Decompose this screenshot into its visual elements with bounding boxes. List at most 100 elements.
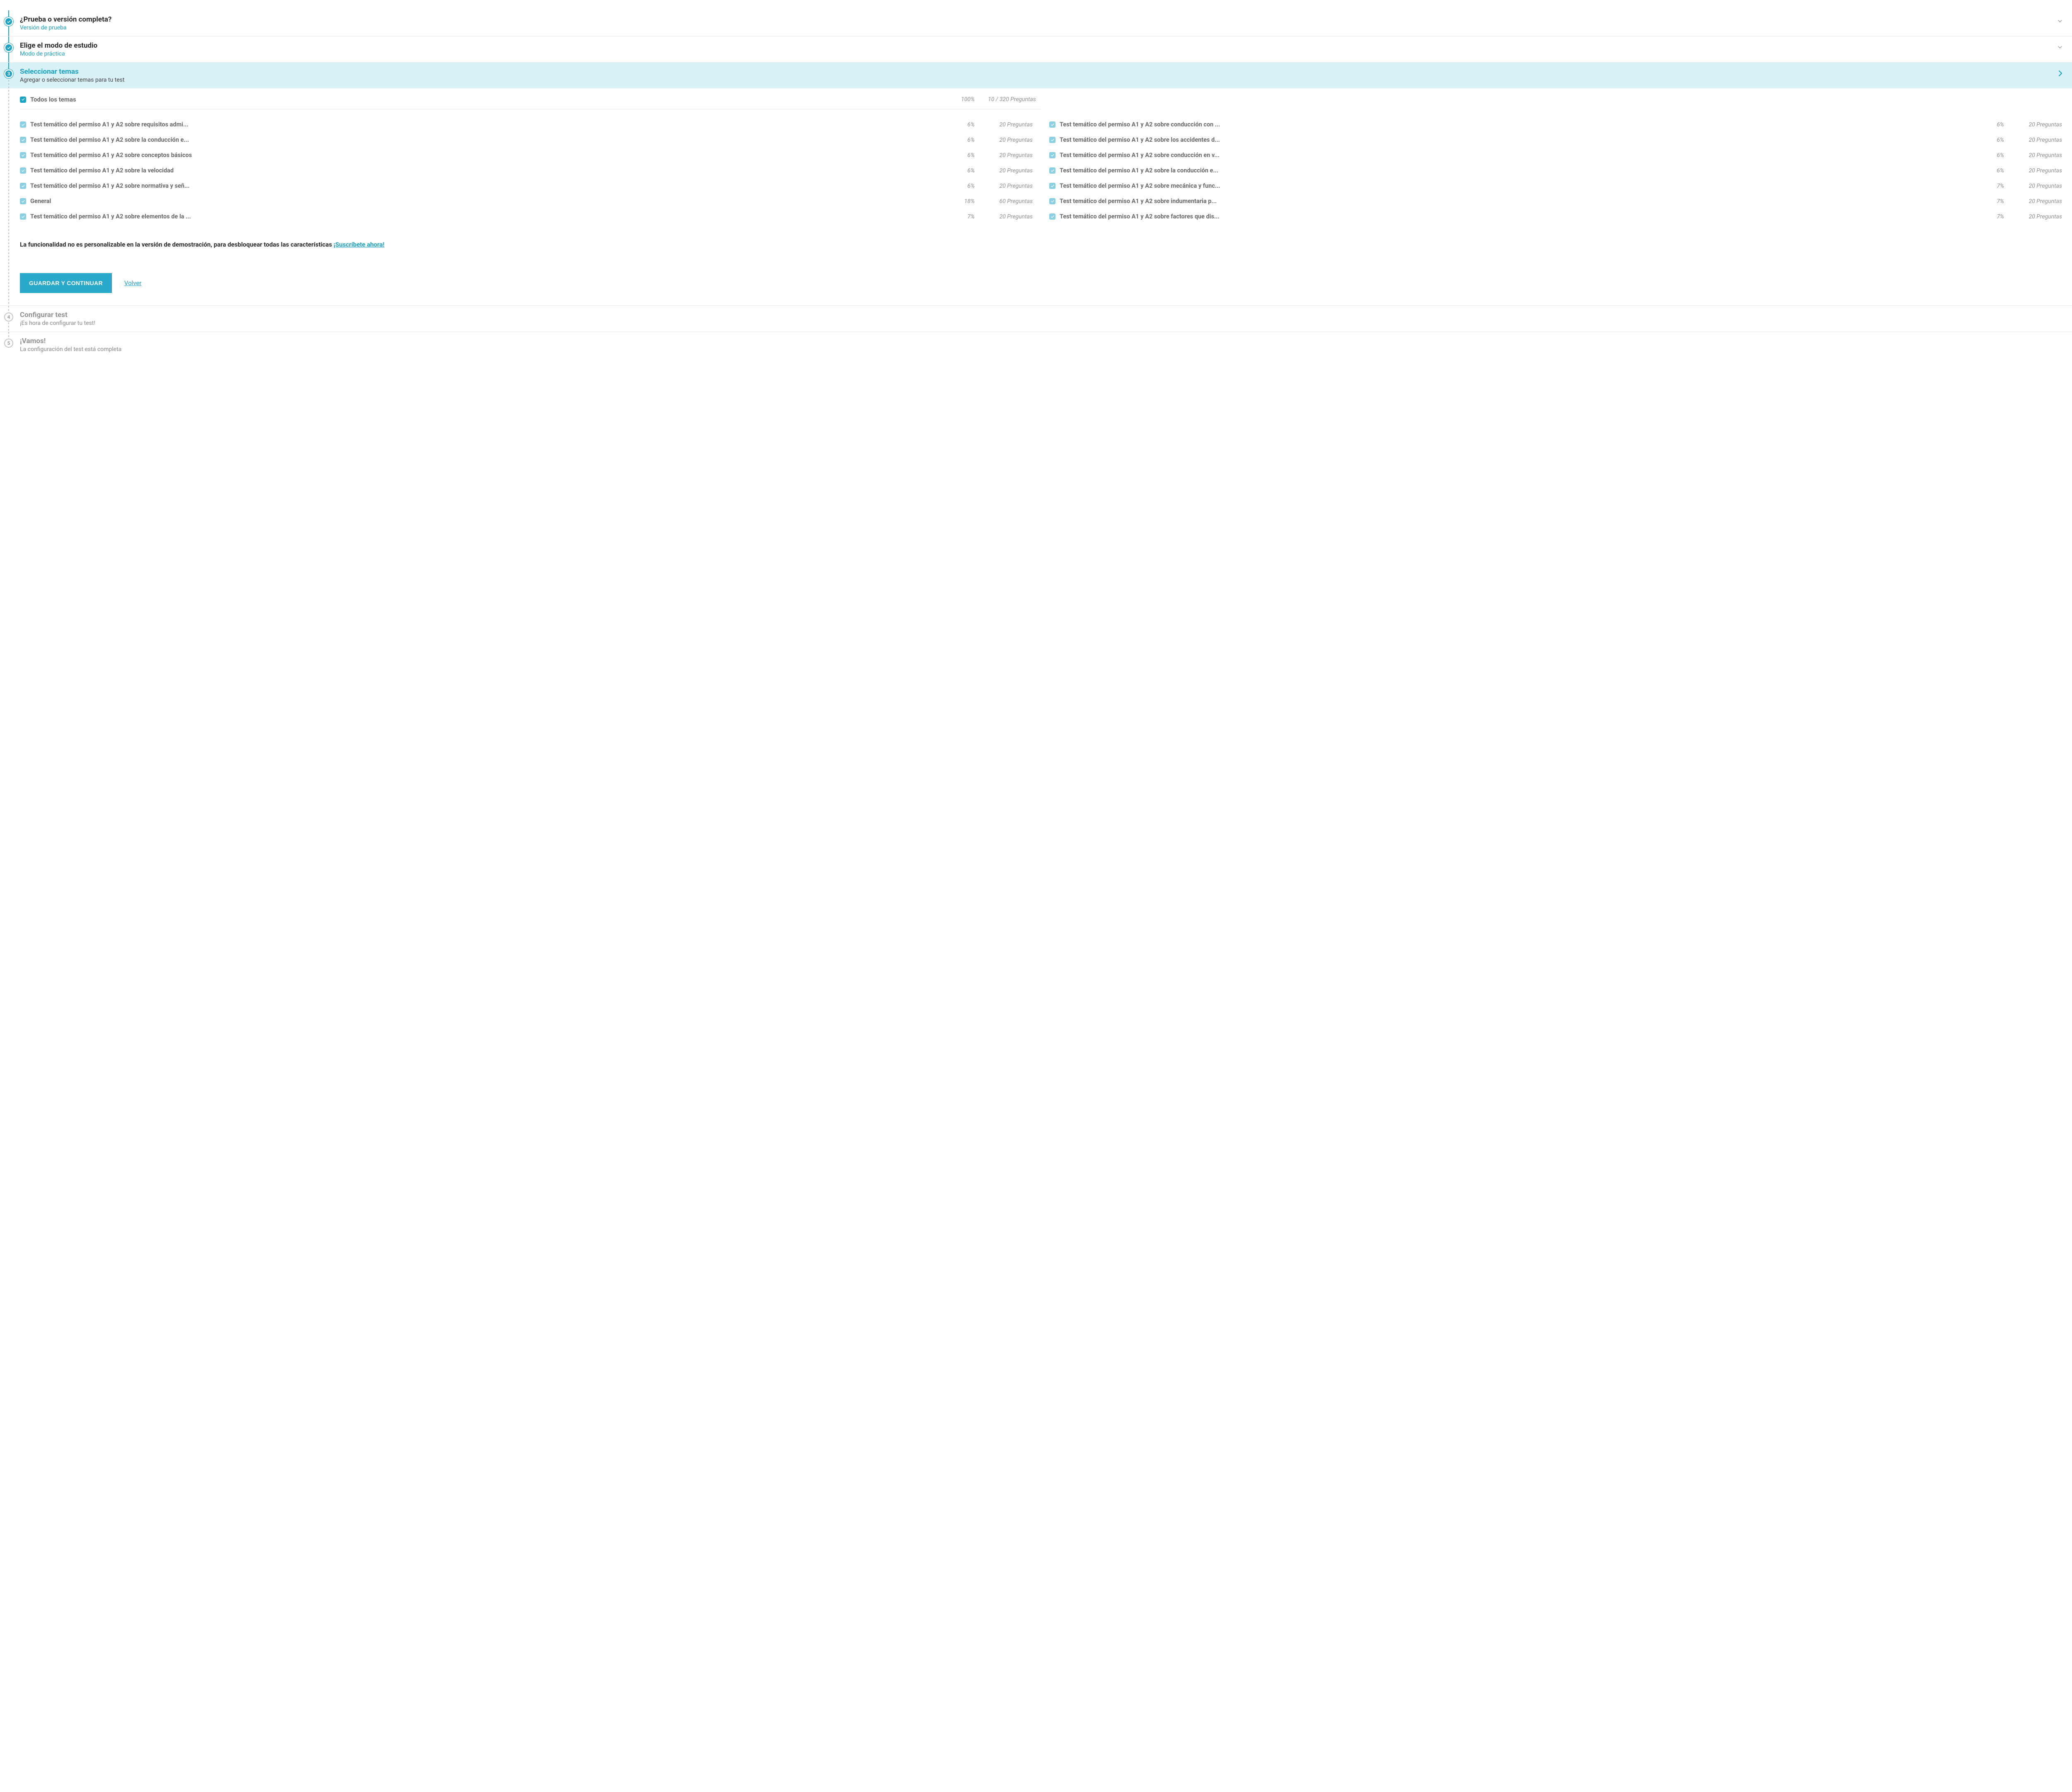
topic-count: 20 Preguntas — [2004, 137, 2062, 143]
topic-label: Test temático del permiso A1 y A2 sobre … — [30, 213, 955, 220]
step-actions: GUARDAR Y CONTINUAR Volver — [20, 273, 2062, 293]
topic-label: Test temático del permiso A1 y A2 sobre … — [30, 182, 955, 189]
topic-count: 20 Preguntas — [975, 213, 1033, 220]
checkbox-topic[interactable] — [20, 213, 26, 220]
checkbox-all-topics[interactable] — [20, 97, 26, 103]
topic-pct: 6% — [1984, 167, 2004, 174]
checkbox-topic[interactable] — [20, 198, 26, 204]
checkbox-topic[interactable] — [1049, 198, 1055, 204]
topic-pct: 6% — [955, 183, 975, 189]
step-4-marker: 4 — [4, 312, 13, 322]
step-4-header[interactable]: Configurar test ¡Es hora de configurar t… — [0, 306, 2072, 332]
all-topics-count: 10 / 320 Preguntas — [975, 96, 1041, 103]
topics-grid: Test temático del permiso A1 y A2 sobre … — [20, 117, 2062, 224]
checkbox-topic[interactable] — [20, 183, 26, 189]
step-3-header[interactable]: Seleccionar temas Agregar o seleccionar … — [0, 63, 2072, 88]
topic-row: Test temático del permiso A1 y A2 sobre … — [1049, 117, 2062, 132]
step-1-header[interactable]: ¿Prueba o versión completa? Versión de p… — [0, 10, 2072, 36]
step-3: 3 Seleccionar temas Agregar o selecciona… — [0, 62, 2072, 305]
step-1: ¿Prueba o versión completa? Versión de p… — [0, 10, 2072, 36]
step-3-marker: 3 — [4, 69, 13, 78]
step-4-subtitle: ¡Es hora de configurar tu test! — [20, 320, 2062, 327]
topic-row: Test temático del permiso A1 y A2 sobre … — [20, 178, 1033, 194]
topic-row: Test temático del permiso A1 y A2 sobre … — [1049, 163, 2062, 178]
topic-label: Test temático del permiso A1 y A2 sobre … — [30, 152, 955, 159]
check-icon — [1051, 169, 1055, 173]
topic-count: 20 Preguntas — [2004, 152, 2062, 159]
topic-pct: 6% — [1984, 121, 2004, 128]
step-5-subtitle: La configuración del test está completa — [20, 346, 2062, 353]
checkbox-topic[interactable] — [1049, 121, 1055, 128]
step-5-header[interactable]: ¡Vamos! La configuración del test está c… — [0, 332, 2072, 358]
check-icon — [21, 153, 25, 157]
check-icon — [21, 215, 25, 219]
all-topics-label: Todos los temas — [30, 96, 950, 103]
checkbox-topic[interactable] — [20, 137, 26, 143]
check-icon — [7, 19, 11, 24]
step-3-body: Todos los temas 100% 10 / 320 Preguntas … — [0, 88, 2072, 305]
topic-label: Test temático del permiso A1 y A2 sobre … — [1060, 198, 1984, 205]
check-icon — [21, 199, 25, 203]
check-icon — [1051, 123, 1055, 127]
topic-count: 20 Preguntas — [975, 183, 1033, 189]
subscribe-link[interactable]: ¡Suscríbete ahora! — [334, 241, 385, 248]
topic-row: Test temático del permiso A1 y A2 sobre … — [1049, 178, 2062, 194]
checkbox-topic[interactable] — [1049, 137, 1055, 143]
back-link[interactable]: Volver — [124, 279, 142, 287]
step-1-subtitle: Versión de prueba — [20, 24, 2058, 31]
topic-pct: 6% — [1984, 152, 2004, 159]
topic-label: Test temático del permiso A1 y A2 sobre … — [1060, 167, 1984, 174]
step-2-subtitle: Modo de práctica — [20, 51, 2058, 57]
step-4: 4 Configurar test ¡Es hora de configurar… — [0, 305, 2072, 332]
check-icon — [1051, 184, 1055, 188]
check-icon — [1051, 199, 1055, 203]
topic-count: 20 Preguntas — [975, 121, 1033, 128]
topic-pct: 7% — [1984, 213, 2004, 220]
topic-row: Test temático del permiso A1 y A2 sobre … — [20, 163, 1033, 178]
topic-row: Test temático del permiso A1 y A2 sobre … — [20, 148, 1033, 163]
topic-row: Test temático del permiso A1 y A2 sobre … — [20, 117, 1033, 132]
check-icon — [21, 169, 25, 173]
chevron-down-icon — [2058, 15, 2062, 24]
topic-pct: 6% — [955, 137, 975, 143]
topic-count: 20 Preguntas — [2004, 213, 2062, 220]
topic-pct: 6% — [1984, 137, 2004, 143]
demo-notice: La funcionalidad no es personalizable en… — [20, 241, 2062, 248]
wizard-steps: ¿Prueba o versión completa? Versión de p… — [0, 0, 2072, 358]
step-2: Elige el modo de estudio Modo de práctic… — [0, 36, 2072, 62]
topic-count: 20 Preguntas — [2004, 198, 2062, 205]
topic-count: 60 Preguntas — [975, 198, 1033, 205]
step-2-title: Elige el modo de estudio — [20, 41, 2058, 50]
check-icon — [1051, 153, 1055, 157]
checkbox-topic[interactable] — [1049, 213, 1055, 220]
check-icon — [21, 123, 25, 127]
topic-pct: 6% — [955, 121, 975, 128]
check-icon — [7, 46, 11, 50]
topic-pct: 6% — [955, 152, 975, 159]
checkbox-topic[interactable] — [20, 121, 26, 128]
save-continue-button[interactable]: GUARDAR Y CONTINUAR — [20, 273, 112, 293]
checkbox-topic[interactable] — [20, 167, 26, 174]
step-4-title: Configurar test — [20, 311, 2062, 319]
topic-count: 20 Preguntas — [975, 137, 1033, 143]
topic-pct: 7% — [1984, 198, 2004, 205]
step-2-header[interactable]: Elige el modo de estudio Modo de práctic… — [0, 36, 2072, 62]
checkbox-topic[interactable] — [1049, 183, 1055, 189]
step-2-marker — [4, 43, 13, 52]
topic-count: 20 Preguntas — [975, 167, 1033, 174]
topic-label: Test temático del permiso A1 y A2 sobre … — [1060, 213, 1984, 220]
topic-label: Test temático del permiso A1 y A2 sobre … — [1060, 152, 1984, 159]
check-icon — [1051, 215, 1055, 219]
step-3-title: Seleccionar temas — [20, 68, 2059, 76]
topic-pct: 7% — [955, 213, 975, 220]
check-icon — [21, 97, 25, 102]
checkbox-topic[interactable] — [1049, 167, 1055, 174]
topic-row: General18%60 Preguntas — [20, 194, 1033, 209]
checkbox-topic[interactable] — [20, 152, 26, 158]
topic-count: 20 Preguntas — [2004, 167, 2062, 174]
topic-row: Test temático del permiso A1 y A2 sobre … — [1049, 209, 2062, 224]
topics-column-left: Test temático del permiso A1 y A2 sobre … — [20, 117, 1033, 224]
checkbox-topic[interactable] — [1049, 152, 1055, 158]
topic-label: Test temático del permiso A1 y A2 sobre … — [30, 167, 955, 174]
step-1-marker — [4, 17, 13, 26]
